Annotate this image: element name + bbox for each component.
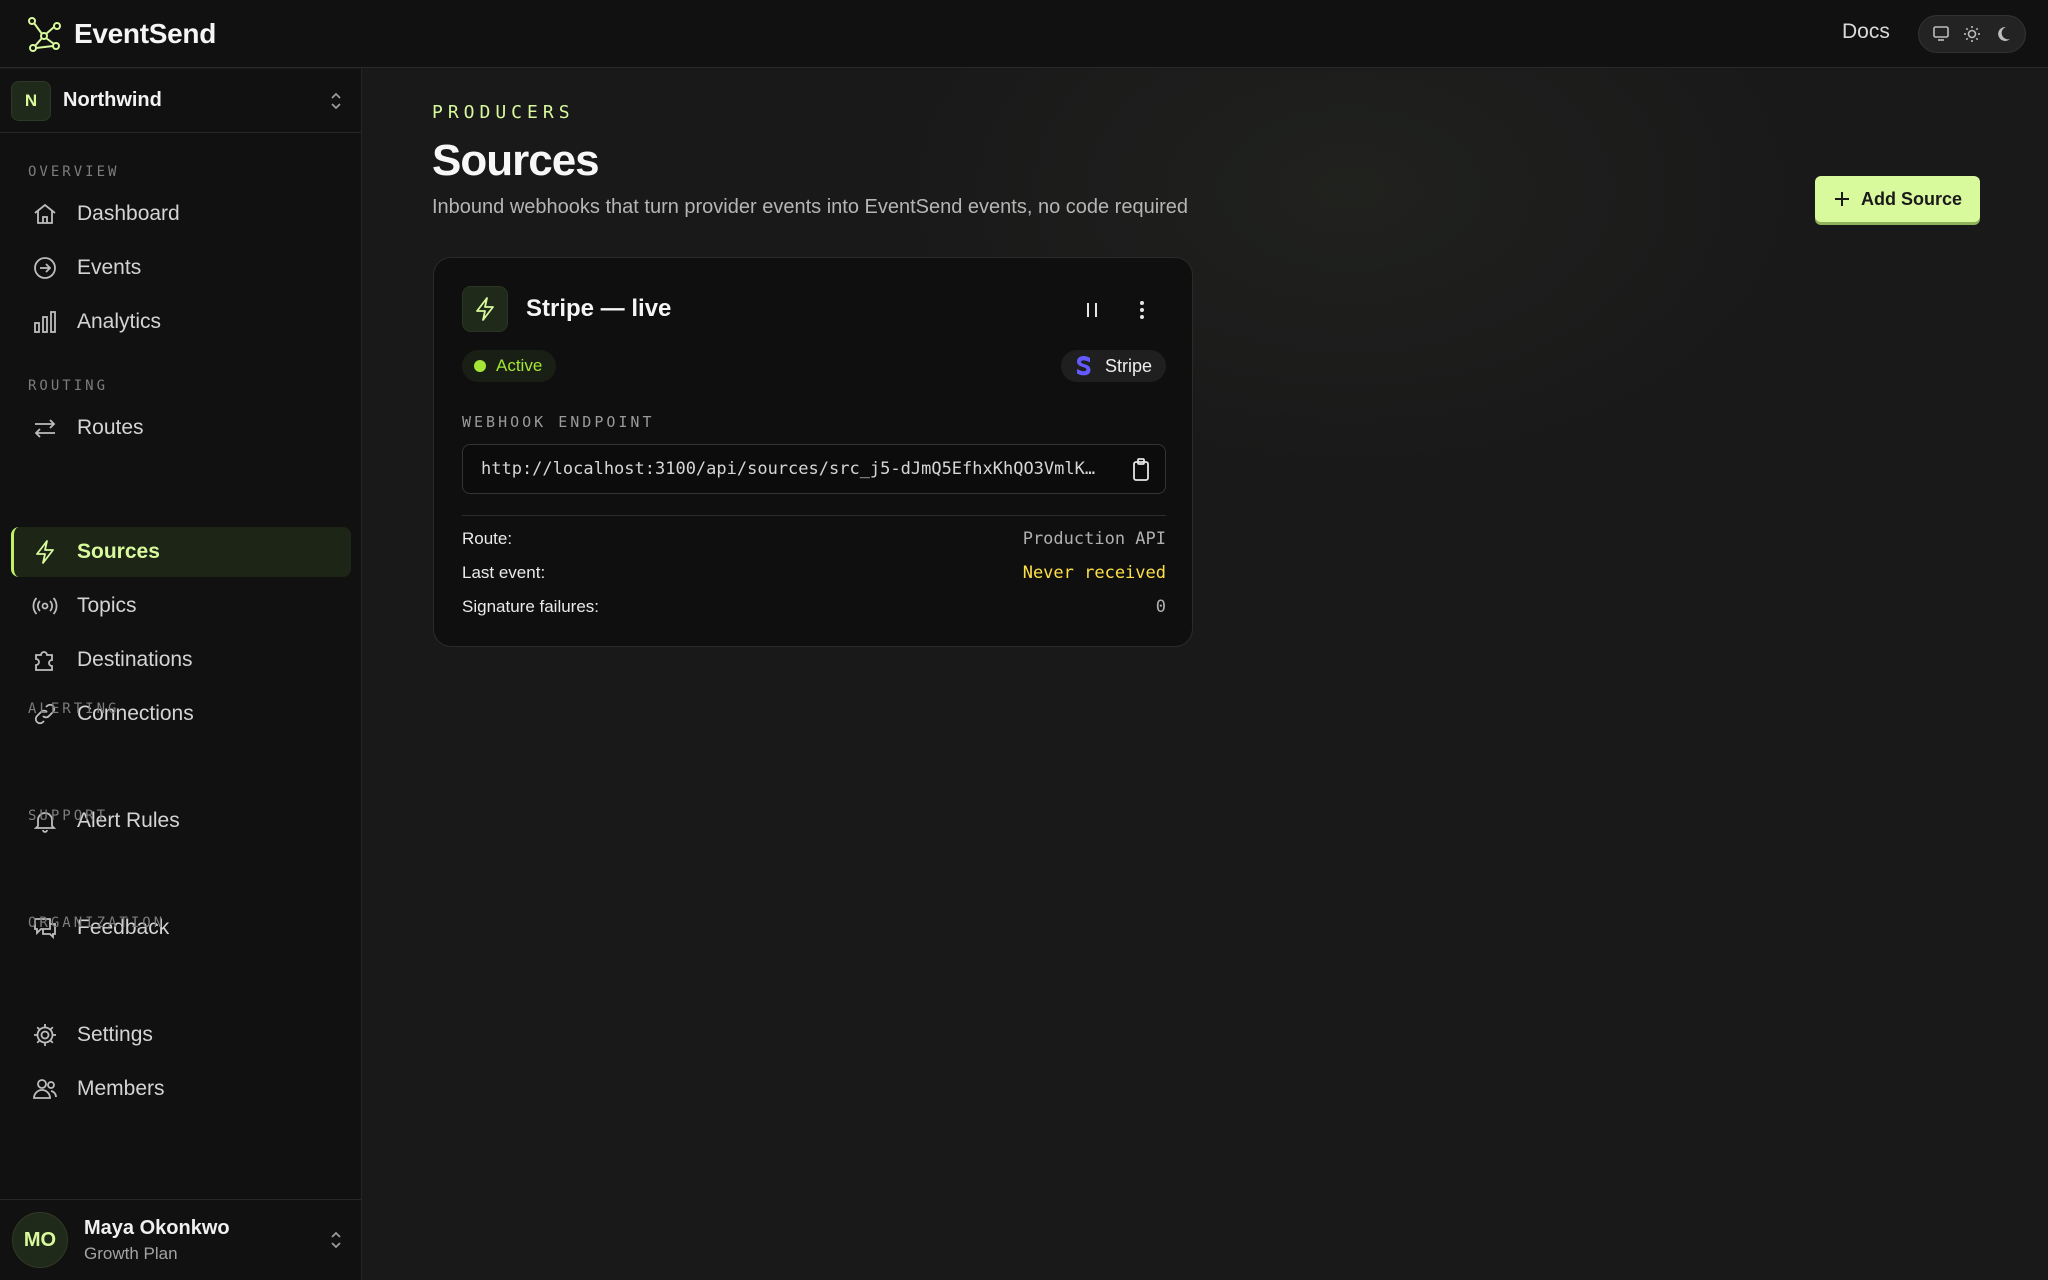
endpoint-url[interactable]: http://localhost:3100/api/sources/src_j5… (481, 459, 1101, 479)
status-dot (474, 360, 486, 372)
more-vertical-icon[interactable] (1130, 298, 1154, 322)
sidebar-item-label: Topics (77, 594, 137, 617)
sidebar-item-label: Dashboard (77, 202, 180, 225)
section-label-routing: ROUTING (28, 378, 109, 394)
endpoint-label: WEBHOOK ENDPOINT (462, 413, 655, 431)
last-event-value: Never received (1022, 563, 1166, 583)
route-key: Route: (462, 529, 513, 548)
add-source-label: Add Source (1860, 188, 1962, 209)
sidebar-item-label: Sources (77, 540, 160, 563)
section-label-alerting: ALERTING (28, 701, 120, 717)
sidebar-item-label: Settings (77, 1023, 153, 1046)
sidebar-item-destinations[interactable]: Destinations (11, 635, 351, 685)
broadcast-icon (31, 592, 59, 620)
chevron-up-down-icon (331, 92, 341, 110)
route-value: Production API (1022, 529, 1166, 549)
home-icon (31, 200, 59, 228)
user-plan: Growth Plan (84, 1243, 178, 1263)
plus-icon (1833, 190, 1851, 208)
section-label-overview: OVERVIEW (28, 164, 120, 180)
bolt-icon (462, 286, 508, 332)
add-source-button[interactable]: Add Source (1815, 176, 1980, 222)
sidebar-item-topics[interactable]: Topics (11, 581, 351, 631)
sidebar-item-events[interactable]: Events (11, 243, 351, 293)
last-event-key: Last event: (462, 563, 546, 582)
sidebar-item-members[interactable]: Members (11, 1064, 351, 1114)
theme-toggle[interactable] (1918, 15, 2026, 53)
sidebar-item-settings[interactable]: Settings (11, 1010, 351, 1060)
users-icon (31, 1075, 59, 1103)
section-label-organization: ORGANIZATION (28, 915, 166, 931)
system-icon[interactable] (1928, 21, 1954, 47)
org-name: Northwind (63, 89, 162, 111)
logo-icon (28, 16, 61, 52)
brand[interactable]: EventSend (24, 14, 216, 54)
user-menu[interactable]: MO Maya Okonkwo Growth Plan (0, 1199, 362, 1280)
sun-icon[interactable] (1959, 21, 1985, 47)
sidebar-item-label: Events (77, 256, 142, 279)
top-bar: EventSend Docs (0, 0, 2048, 68)
sidebar-item-label: Routes (77, 416, 144, 439)
sidebar: N Northwind OVERVIEW Dashboard Events An… (0, 69, 362, 1280)
pause-icon[interactable] (1080, 298, 1104, 322)
page-subtitle: Inbound webhooks that turn provider even… (432, 196, 1189, 218)
clipboard-icon[interactable] (1129, 457, 1153, 483)
sidebar-item-label: Members (77, 1077, 165, 1100)
sidebar-item-label: Destinations (77, 648, 193, 671)
arrow-circle-icon (31, 254, 59, 282)
source-title: Stripe — live (526, 295, 672, 322)
page-title: Sources (432, 136, 600, 185)
sidebar-item-sources-spacer (11, 473, 351, 523)
swap-arrows-icon (31, 414, 59, 442)
status-label: Active (496, 356, 543, 375)
sidebar-item-dashboard[interactable]: Dashboard (11, 189, 351, 239)
sidebar-item-label: Analytics (77, 310, 162, 333)
signature-failures-row: Signature failures: 0 (462, 594, 1166, 620)
brand-name: EventSend (74, 17, 217, 49)
user-name: Maya Okonkwo (84, 1216, 230, 1239)
bolt-icon (31, 538, 59, 566)
section-label-support: SUPPORT (28, 808, 109, 824)
sidebar-item-sources[interactable]: Sources (11, 527, 351, 577)
source-card[interactable]: Stripe — live Active Stripe WEBHOOK ENDP… (433, 257, 1193, 647)
route-row: Route: Production API (462, 526, 1166, 552)
status-badge: Active (462, 350, 557, 382)
stripe-logo-icon (1077, 356, 1091, 376)
puzzle-icon (31, 646, 59, 674)
signature-failures-value: 0 (1155, 597, 1166, 617)
moon-icon[interactable] (1990, 21, 2016, 47)
card-divider (462, 515, 1166, 516)
chevron-up-down-icon (331, 1231, 341, 1249)
docs-link[interactable]: Docs (1842, 20, 1890, 44)
user-info: Maya Okonkwo Growth Plan (84, 1217, 230, 1264)
bar-chart-icon (31, 308, 59, 336)
sidebar-item-analytics[interactable]: Analytics (11, 297, 351, 347)
endpoint-field[interactable]: http://localhost:3100/api/sources/src_j5… (462, 444, 1166, 494)
gear-icon (31, 1021, 59, 1049)
provider-label: Stripe (1105, 355, 1153, 376)
sidebar-item-routes[interactable]: Routes (11, 403, 351, 453)
signature-failures-key: Signature failures: (462, 597, 600, 616)
provider-badge: Stripe (1061, 350, 1166, 382)
org-badge: N (11, 80, 51, 121)
avatar: MO (12, 1212, 68, 1268)
last-event-row: Last event: Never received (462, 560, 1166, 586)
org-switcher[interactable]: N Northwind (0, 69, 362, 133)
page-eyebrow: PRODUCERS (432, 102, 575, 123)
